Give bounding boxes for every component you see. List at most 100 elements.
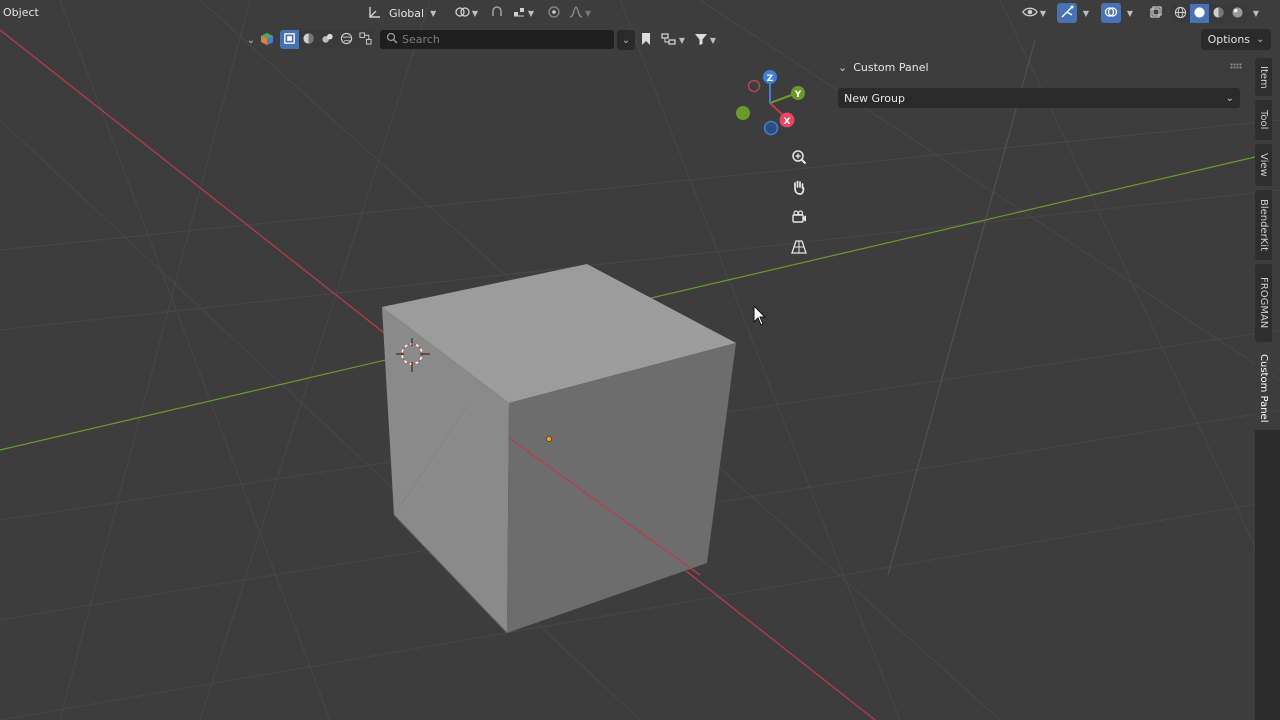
material-sphere-icon — [1212, 6, 1225, 22]
filter-world-button[interactable] — [337, 30, 356, 49]
object-mode-dropdown[interactable]: Object — [3, 6, 39, 19]
overlays-icon — [1104, 5, 1118, 22]
panel-title: Custom Panel — [853, 61, 929, 74]
options-dropdown[interactable]: Options ⌄ — [1201, 29, 1271, 50]
eye-icon — [1022, 5, 1038, 22]
rendered-sphere-icon — [1231, 6, 1244, 22]
texture-icon — [321, 32, 334, 48]
chevron-down-icon: ▼ — [1126, 8, 1134, 18]
filter-type-group — [280, 30, 375, 49]
neg-z-axis-handle[interactable] — [763, 120, 779, 136]
transform-orientation-icon — [368, 5, 382, 22]
cube-icon — [260, 32, 274, 49]
bookmark-icon — [640, 32, 652, 49]
sidebar-tab-item[interactable]: Item — [1255, 58, 1272, 96]
group-select-dropdown[interactable]: New Group ⌄ — [838, 88, 1240, 108]
bookmark-button[interactable] — [637, 30, 655, 50]
proportional-edit-toggle[interactable] — [544, 3, 564, 23]
y-axis-label: Y — [794, 90, 802, 100]
pivot-icon — [454, 5, 470, 22]
sidebar-tab-frogman[interactable]: FROGMAN — [1255, 264, 1272, 342]
snap-target-dropdown[interactable]: ▼ — [508, 3, 538, 23]
sidebar-tab-blenderkit[interactable]: BlenderKit — [1255, 190, 1272, 260]
perspective-toggle-button[interactable] — [787, 236, 811, 260]
orientation-label: Global — [389, 6, 425, 20]
snap-magnet-icon — [490, 5, 504, 22]
object-square-icon — [283, 32, 296, 48]
chevron-down-icon: ▼ — [527, 8, 535, 18]
chevron-down-icon: ⌄ — [246, 34, 256, 46]
chevron-down-icon: ▼ — [678, 35, 686, 45]
sidebar-tab-custom-panel[interactable]: Custom Panel — [1255, 346, 1272, 430]
proportional-falloff-dropdown[interactable]: ▼ — [565, 3, 595, 23]
funnel-icon — [694, 32, 708, 49]
hand-pan-icon — [791, 179, 807, 198]
hierarchy-icon — [661, 32, 677, 49]
filter-collapse-toggle[interactable]: ⌄ — [243, 30, 257, 50]
chevron-down-icon: ▼ — [709, 35, 717, 45]
gizmo-dropdown[interactable]: ▼ — [1078, 3, 1092, 23]
filter-node-button[interactable] — [356, 30, 375, 49]
show-gizmo-toggle[interactable] — [1057, 3, 1077, 23]
shading-mode-group — [1171, 4, 1247, 23]
zoom-icon — [791, 149, 807, 168]
filter-dropdown[interactable]: ▼ — [690, 30, 720, 50]
group-select-value: New Group — [844, 91, 905, 105]
viewport-3d[interactable]: Z Y X — [0, 0, 1280, 720]
show-overlays-toggle[interactable] — [1101, 3, 1121, 23]
search-field[interactable] — [380, 30, 614, 49]
snap-toggle[interactable] — [486, 3, 508, 23]
tab-label: Item — [1258, 65, 1269, 89]
camera-view-button[interactable] — [787, 206, 811, 230]
sidebar-tab-tool[interactable]: Tool — [1255, 100, 1272, 140]
chevron-down-icon: ▼ — [471, 8, 479, 18]
group-by-dropdown[interactable]: ▼ — [656, 30, 690, 50]
tab-label: FROGMAN — [1258, 277, 1269, 329]
z-axis-label: Z — [767, 74, 774, 84]
filter-material-button[interactable] — [299, 30, 318, 49]
xray-toggle[interactable] — [1146, 3, 1166, 23]
world-icon — [340, 32, 353, 48]
wireframe-shading-button[interactable] — [1171, 4, 1190, 23]
filter-options-dropdown[interactable]: ⌄ — [617, 30, 635, 50]
options-label: Options — [1207, 33, 1251, 46]
x-axis-label: X — [784, 117, 791, 127]
solid-shading-button[interactable] — [1190, 4, 1209, 23]
falloff-curve-icon — [569, 5, 583, 22]
material-icon — [302, 32, 315, 48]
chevron-down-icon: ▼ — [1082, 8, 1090, 18]
object-origin — [546, 436, 552, 442]
chevron-down-icon: ⌄ — [1225, 92, 1234, 104]
tab-label: Tool — [1258, 110, 1269, 130]
sidebar-strip — [1255, 430, 1280, 720]
node-tree-icon — [359, 31, 372, 48]
material-preview-button[interactable] — [1209, 4, 1228, 23]
tab-label: Custom Panel — [1258, 353, 1269, 423]
search-input[interactable] — [402, 33, 602, 46]
tab-label: View — [1258, 153, 1269, 177]
sidebar-tab-view[interactable]: View — [1255, 144, 1272, 186]
panel-drag-handle-icon[interactable] — [1230, 63, 1242, 69]
solid-sphere-icon — [1193, 6, 1206, 22]
wireframe-sphere-icon — [1174, 6, 1187, 22]
filter-texture-button[interactable] — [318, 30, 337, 49]
neg-y-axis-handle[interactable] — [736, 106, 750, 120]
pan-button[interactable] — [787, 176, 811, 200]
chevron-down-icon: ▼ — [430, 8, 437, 18]
chevron-down-icon: ⌄ — [838, 61, 848, 74]
shading-dropdown[interactable]: ▼ — [1248, 3, 1262, 23]
proportional-edit-icon — [547, 5, 561, 22]
perspective-grid-icon — [791, 239, 807, 258]
rendered-shading-button[interactable] — [1228, 4, 1247, 23]
custom-panel-header[interactable]: ⌄ Custom Panel — [838, 61, 929, 74]
chevron-down-icon: ▼ — [1039, 8, 1047, 18]
scene-icon-button[interactable] — [258, 30, 276, 50]
pivot-point-dropdown[interactable]: ▼ — [452, 3, 480, 23]
transform-orientation-dropdown[interactable]: Global ▼ — [368, 3, 436, 23]
visibility-dropdown[interactable]: ▼ — [1019, 3, 1049, 23]
zoom-button[interactable] — [787, 146, 811, 170]
filter-object-button[interactable] — [280, 30, 299, 49]
overlays-dropdown[interactable]: ▼ — [1122, 3, 1136, 23]
chevron-down-icon: ▼ — [1252, 8, 1260, 18]
chevron-down-icon: ⌄ — [621, 34, 631, 46]
